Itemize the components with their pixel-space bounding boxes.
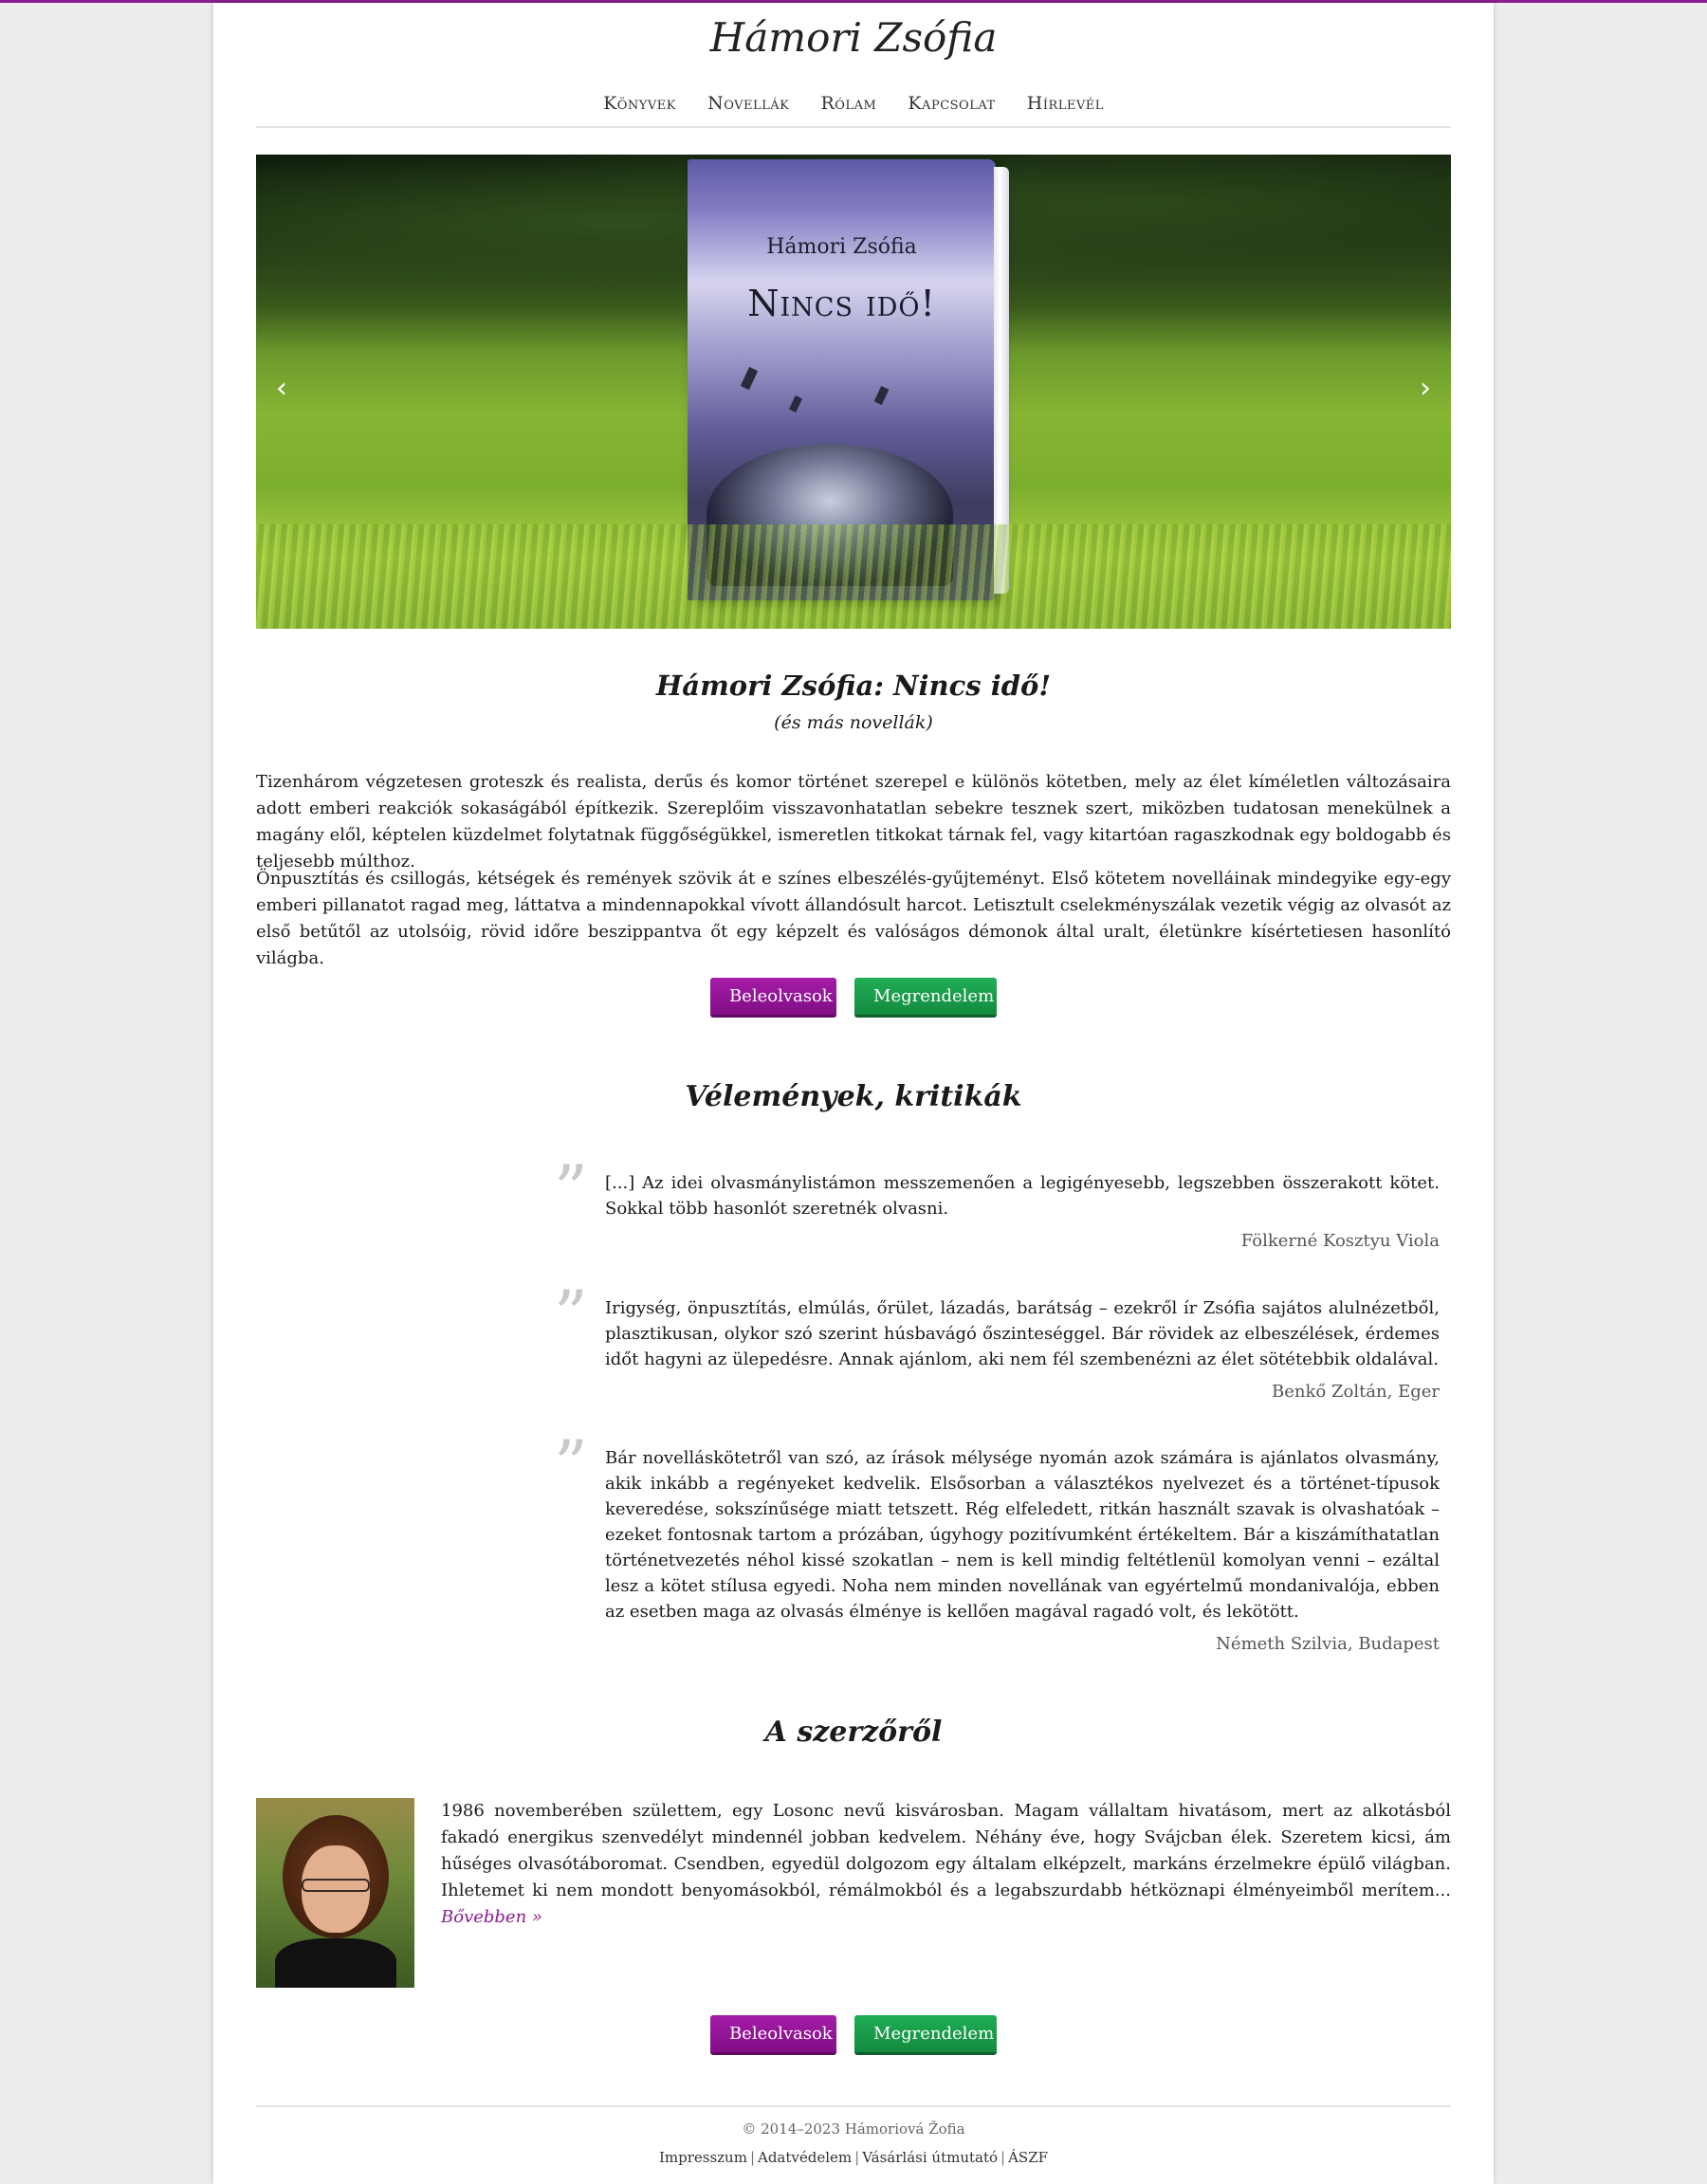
- cta-row-top: Beleolvasok Megrendelem: [213, 978, 1494, 1018]
- read-more-link[interactable]: Bővebben »: [441, 1907, 542, 1927]
- nav-item-stories[interactable]: Novellák: [707, 93, 789, 114]
- slider-prev-icon[interactable]: ‹: [267, 375, 296, 403]
- review-item: ” Bár novelláskötetről van szó, az íráso…: [554, 1432, 1440, 1654]
- photo-body: [275, 1938, 396, 1988]
- review-text: Bár novelláskötetről van szó, az írások …: [605, 1448, 1440, 1622]
- review-item: ” [...] Az idei olvasmánylistámon messze…: [554, 1157, 1440, 1251]
- order-button[interactable]: Megrendelem: [854, 2015, 998, 2055]
- book-description-2: Önpusztítás és csillogás, kétségek és re…: [256, 869, 1451, 968]
- review-text: Irigység, önpusztítás, elmúlás, őrület, …: [605, 1298, 1440, 1369]
- footer-copyright: © 2014–2023 Hámoriová Žofia: [742, 2120, 965, 2138]
- site-logo[interactable]: Hámori Zsófia: [213, 14, 1494, 61]
- review-item: ” Irigység, önpusztítás, elmúlás, őrület…: [554, 1282, 1440, 1402]
- cover-shard: [788, 395, 803, 413]
- slider-next-icon[interactable]: ›: [1411, 375, 1440, 403]
- about-heading: A szerzőről: [764, 1716, 943, 1749]
- footer-link-shopping-guide[interactable]: Vásárlási útmutató: [862, 2149, 998, 2166]
- book-cover-author: Hámori Zsófia: [766, 235, 917, 259]
- footer-separator: |: [1000, 2149, 1006, 2166]
- review-author: Fölkerné Kosztyu Viola: [1240, 1231, 1440, 1251]
- review-author: Németh Szilvia, Budapest: [1216, 1634, 1440, 1654]
- nav-item-newsletter[interactable]: Hírlevél: [1027, 93, 1104, 114]
- book-cover-title: Nincs idő!: [747, 283, 936, 324]
- footer-links: Impresszum | Adatvédelem | Vásárlási útmutat…: [213, 2149, 1494, 2166]
- main-nav: Könyvek Novellák Rólam Kapcsolat Hírlevé…: [256, 93, 1451, 128]
- reviews-heading: Vélemények, kritikák: [685, 1080, 1022, 1113]
- quote-icon: ”: [554, 1151, 588, 1229]
- review-author: Benkő Zoltán, Eger: [1272, 1382, 1440, 1402]
- about-text: 1986 novemberében születtem, egy Losonc …: [441, 1798, 1451, 1931]
- footer-link-privacy[interactable]: Adatvédelem: [758, 2149, 852, 2166]
- quote-icon: ”: [554, 1426, 588, 1504]
- cta-row-bottom: Beleolvasok Megrendelem: [213, 2015, 1494, 2055]
- read-sample-button[interactable]: Beleolvasok: [709, 978, 836, 1018]
- footer-link-imprint[interactable]: Impresszum: [659, 2149, 747, 2166]
- order-button[interactable]: Megrendelem: [854, 978, 998, 1018]
- book-heading: Hámori Zsófia: Nincs idő!: [655, 670, 1052, 702]
- cover-shard: [873, 385, 890, 406]
- page-container: Hámori Zsófia Könyvek Novellák Rólam Kap…: [213, 3, 1494, 2184]
- about-bio: 1986 novemberében születtem, egy Losonc …: [441, 1801, 1451, 1900]
- review-text: [...] Az idei olvasmánylistámon messzeme…: [605, 1173, 1440, 1219]
- read-sample-button[interactable]: Beleolvasok: [709, 2015, 836, 2055]
- author-photo: [256, 1798, 414, 1988]
- cover-shard: [740, 366, 759, 391]
- photo-glasses: [302, 1879, 370, 1892]
- footer-separator: |: [854, 2149, 860, 2166]
- quote-icon: ”: [554, 1276, 588, 1354]
- footer-link-terms[interactable]: ÁSZF: [1008, 2149, 1048, 2166]
- hero-grass: [256, 524, 1451, 629]
- hero-slider[interactable]: Hámori Zsófia Nincs idő! ‹ ›: [256, 155, 1451, 629]
- footer-divider: [256, 2105, 1451, 2107]
- nav-item-about[interactable]: Rólam: [820, 93, 876, 114]
- footer-separator: |: [749, 2149, 755, 2166]
- book-subheading: (és más novellák): [774, 712, 933, 733]
- nav-item-books[interactable]: Könyvek: [603, 93, 676, 114]
- book-description-1: Tizenhárom végzetesen groteszk és realis…: [256, 772, 1451, 872]
- nav-item-contact[interactable]: Kapcsolat: [908, 93, 995, 114]
